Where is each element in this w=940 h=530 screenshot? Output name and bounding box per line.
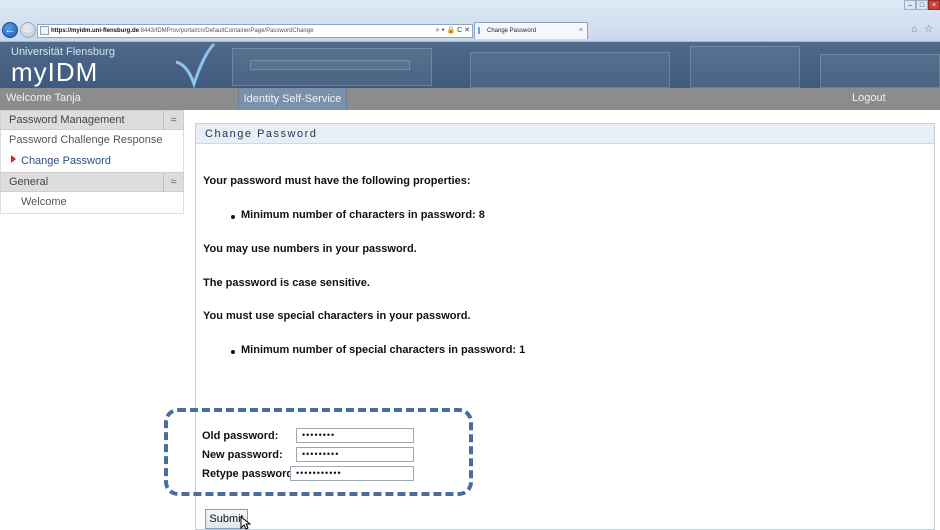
top-menubar: Welcome Tanja Identity Self-Service Logo…: [0, 88, 940, 110]
browser-toolbar: – □ × ← → https://myidm.uni-flensburg.de…: [0, 0, 940, 42]
bullet-icon: [231, 350, 235, 354]
arrow-right-icon: →: [22, 24, 34, 36]
address-tools-icons[interactable]: ⌕ ▾ 🔒 C ✕: [436, 25, 470, 37]
new-password-label: New password:: [202, 449, 283, 461]
special-chars-note: You must use special characters in your …: [203, 310, 471, 322]
rule-min-special: Minimum number of special characters in …: [241, 344, 526, 356]
sidebar-section-title: Password Management: [9, 114, 125, 126]
tab-identity-self-service[interactable]: Identity Self-Service: [238, 88, 347, 110]
collapse-icon[interactable]: ≈: [163, 173, 183, 192]
logout-link[interactable]: Logout: [852, 92, 886, 104]
collapse-icon[interactable]: ≈: [163, 111, 183, 130]
sidebar-item-password-challenge-response[interactable]: Password Challenge Response: [0, 130, 184, 151]
screen: – □ × ← → https://myidm.uni-flensburg.de…: [0, 0, 940, 530]
mouse-pointer-icon: [240, 516, 251, 530]
sidebar-item-label: Password Challenge Response: [9, 134, 163, 146]
close-icon[interactable]: ×: [928, 0, 940, 10]
address-bar[interactable]: https://myidm.uni-flensburg.de:8443/IDMP…: [37, 24, 473, 38]
banner-decoration: [690, 46, 800, 88]
case-note: The password is case sensitive.: [203, 277, 370, 289]
numbers-note: You may use numbers in your password.: [203, 243, 417, 255]
sidebar: Password Management ≈ Password Challenge…: [0, 110, 184, 214]
retype-password-label: Retype password:: [202, 468, 297, 480]
maximize-icon[interactable]: □: [916, 0, 928, 10]
arrow-left-icon: ←: [4, 24, 16, 36]
tab-title: Change Password: [487, 28, 537, 34]
panel-header: Change Password: [196, 124, 934, 144]
swoosh-logo-icon: [175, 42, 216, 88]
sidebar-item-welcome[interactable]: Welcome: [0, 192, 184, 213]
browser-tab[interactable]: Change Password ×: [474, 22, 588, 39]
minimize-icon[interactable]: –: [904, 0, 916, 10]
banner-decoration: [820, 54, 940, 88]
sidebar-item-label: Welcome: [21, 196, 67, 208]
page-icon: [40, 26, 49, 35]
tab-close-icon[interactable]: ×: [579, 23, 583, 39]
bullet-icon: [231, 215, 235, 219]
requirements-intro: Your password must have the following pr…: [203, 175, 471, 187]
old-password-field[interactable]: ••••••••: [296, 428, 414, 443]
active-marker-icon: [11, 155, 16, 163]
old-password-label: Old password:: [202, 430, 279, 442]
sidebar-section-title: General: [9, 176, 49, 188]
banner-decoration: [470, 52, 670, 88]
back-button[interactable]: ←: [2, 22, 18, 38]
favicon-icon: [478, 27, 484, 34]
page-title: Change Password: [205, 128, 318, 140]
sidebar-bottom-border: [0, 213, 184, 214]
welcome-text: Welcome Tanja: [6, 92, 81, 104]
new-password-field[interactable]: •••••••••: [296, 447, 414, 462]
app-logo-text: myIDM: [11, 57, 99, 87]
sidebar-item-change-password[interactable]: Change Password: [0, 151, 184, 172]
sidebar-section-password-management[interactable]: Password Management ≈: [0, 110, 184, 130]
forward-button[interactable]: →: [20, 22, 36, 38]
header-banner: Universität Flensburg myIDM: [0, 42, 940, 88]
url-host: https://myidm.uni-flensburg.de: [51, 28, 139, 34]
retype-password-field[interactable]: •••••••••••: [290, 466, 414, 481]
banner-decoration: [250, 60, 410, 70]
window-controls: – □ ×: [904, 0, 940, 10]
rule-min-chars: Minimum number of characters in password…: [241, 209, 485, 221]
sidebar-section-general[interactable]: General ≈: [0, 172, 184, 192]
url-path: :8443/IDMProv/portal/cn/DefaultContainer…: [139, 28, 314, 34]
home-favorites-icons[interactable]: ⌂ ☆: [911, 24, 935, 35]
sidebar-item-label: Change Password: [21, 155, 111, 167]
